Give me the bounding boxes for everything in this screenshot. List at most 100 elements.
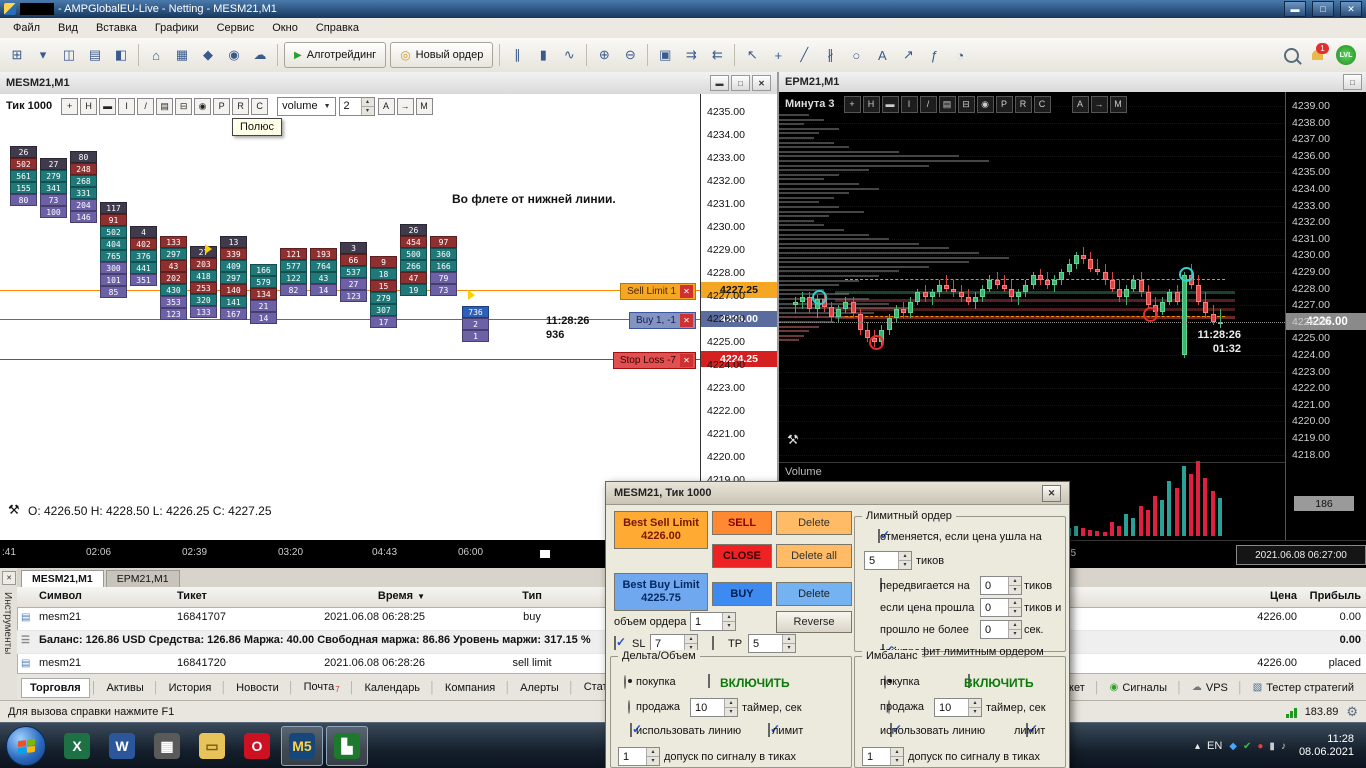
delete-all-button[interactable]: Delete all [776,544,852,568]
delta-useline-checkbox[interactable] [630,723,632,737]
dialog-titlebar[interactable]: MESM21, Тик 1000 ✕ [606,482,1069,505]
spinner-buttons-icon[interactable] [722,613,735,630]
delete-button-bottom[interactable]: Delete [776,582,852,606]
spinner-buttons-icon[interactable] [968,699,981,716]
spinner-buttons-icon[interactable] [646,748,659,765]
data-window-icon[interactable]: ◧ [108,42,134,68]
chart-tools-icon[interactable]: ⚒ [8,502,20,518]
toolbox-tab-7[interactable]: Алерты [512,679,567,697]
chart-tool-2[interactable]: ▬ [99,97,117,115]
doc-tab-0[interactable]: MESM21,M1 [21,570,104,587]
indicators-icon[interactable]: ƒ [921,42,947,68]
order-volume-spinner[interactable]: 1 [690,612,736,631]
dialog-close-button[interactable]: ✕ [1042,484,1061,502]
service-tab-3[interactable]: ▧ Тестер стратегий [1245,679,1362,697]
move-ticks-spinner[interactable]: 0 [980,576,1022,595]
right-chart-plot[interactable]: 11:28:26 01:32 Volume ⚒ [779,92,1285,540]
close-stop-icon[interactable]: ✕ [680,354,693,367]
delete-button-top[interactable]: Delete [776,511,852,535]
chart-tool-4[interactable]: / [919,95,937,113]
menu-item-5[interactable]: Окно [263,20,307,36]
tp-checkbox[interactable] [712,636,714,650]
chart-list-icon[interactable]: ▾ [30,42,56,68]
tray-expand-icon[interactable]: ▴ [1195,741,1200,752]
taskbar-clock[interactable]: 11:28 08.06.2021 [1299,733,1354,759]
bars-chart-icon[interactable]: ∥ [504,42,530,68]
close-order-icon[interactable]: ✕ [680,285,693,298]
column-header-type[interactable]: Тип [447,590,617,602]
signals-icon[interactable]: ◉ [221,42,247,68]
chart-tools-icon[interactable]: ⚒ [787,432,799,448]
channel-icon[interactable]: ∦ [817,42,843,68]
chart-tool-2[interactable]: ▬ [881,95,899,113]
shapes-icon[interactable]: ○ [843,42,869,68]
algotrading-button[interactable]: ▶ Алготрейдинг [284,42,387,68]
spinner-buttons-icon[interactable] [1008,621,1021,638]
best-buy-limit-button[interactable]: Best Buy Limit 4225.75 [614,573,708,611]
delta-limit-checkbox[interactable] [768,723,770,737]
zoom-in-icon[interactable]: ⊕ [591,42,617,68]
spinner-buttons-icon[interactable] [1008,577,1021,594]
toolbox-tab-0[interactable]: Торговля [21,677,90,698]
profiles-icon[interactable]: ◫ [56,42,82,68]
chart-tool-1[interactable]: H [862,95,880,113]
spinner-buttons-icon[interactable] [1008,599,1021,616]
excel-taskbar-button[interactable]: X [56,726,98,766]
passed-spinner[interactable]: 0 [980,598,1022,617]
column-header-price[interactable]: Цена [1187,590,1297,602]
chart-mode-0[interactable]: A [377,97,395,115]
toolbox-tab-4[interactable]: Почта 7 [296,678,348,697]
delta-buy-radio[interactable] [624,675,626,689]
column-header-profit[interactable]: Прибыль [1299,590,1361,602]
left-chart-title-strip[interactable]: MESM21,M1 ▬ □ ✕ [0,72,777,95]
chart-tool-8[interactable]: P [995,95,1013,113]
crosshair-icon[interactable]: + [765,42,791,68]
best-sell-limit-button[interactable]: Best Sell Limit 4226.00 [614,511,708,549]
delta-enable-checkbox[interactable] [708,674,710,688]
search-icon[interactable] [1278,42,1304,68]
chart-mode-2[interactable]: M [415,97,433,115]
market-watch-icon[interactable]: ▤ [82,42,108,68]
spinner-buttons-icon[interactable] [782,635,795,652]
chart-tool-6[interactable]: ⊟ [175,97,193,115]
chart-tool-10[interactable]: C [1033,95,1051,113]
chart-close-icon[interactable]: ✕ [752,75,771,91]
chart-tool-9[interactable]: R [1014,95,1032,113]
left-chart-plot[interactable]: Во флете от нижней линии. 11:28:26 936 S… [0,94,700,540]
market-icon[interactable]: ◆ [195,42,221,68]
sell-button[interactable]: SELL [712,511,772,535]
chart-app-taskbar-button[interactable]: ▙ [326,726,368,766]
tile-windows-icon[interactable]: ▣ [652,42,678,68]
chart-tool-9[interactable]: R [232,97,250,115]
stop-loss-order-label[interactable]: Stop Loss -7 ✕ [612,352,696,369]
language-indicator[interactable]: EN [1207,740,1222,752]
cluster-scale-spinner[interactable]: 2 [338,96,375,116]
toolbox-tab-2[interactable]: История [161,679,220,697]
close-position-button[interactable]: CLOSE [712,544,772,568]
delta-sell-radio[interactable] [628,700,630,714]
chart-tool-0[interactable]: + [843,95,861,113]
menu-item-2[interactable]: Вставка [87,20,146,36]
chart-tool-10[interactable]: C [251,97,269,115]
chart-tool-5[interactable]: ▤ [938,95,956,113]
doc-tab-1[interactable]: EPM21,M1 [105,570,180,587]
chart-mode-1[interactable]: → [1090,95,1108,113]
trendline-icon[interactable]: ╱ [791,42,817,68]
explorer-taskbar-button[interactable]: ▭ [191,726,233,766]
chart-mode-0[interactable]: A [1071,95,1089,113]
spinner-buttons-icon[interactable] [890,748,903,765]
imbalance-tolerance-spinner[interactable]: 1 [862,747,904,766]
chart-tool-3[interactable]: I [900,95,918,113]
buy-position-line[interactable] [0,319,700,320]
opera-taskbar-button[interactable]: O [236,726,278,766]
maximize-button[interactable]: □ [1312,1,1334,17]
calculator-taskbar-button[interactable]: ▦ [146,726,188,766]
service-tab-1[interactable]: ◉ Сигналы [1102,679,1175,697]
line-chart-icon[interactable]: ∿ [556,42,582,68]
tp-spinner[interactable]: 5 [748,634,796,653]
sl-checkbox[interactable] [614,636,616,650]
right-chart-title-strip[interactable]: EPM21,M1 □ [779,72,1366,93]
vps-icon[interactable]: ☁ [247,42,273,68]
chart-restore-icon[interactable]: □ [1343,74,1362,90]
menu-item-4[interactable]: Сервис [208,20,264,36]
